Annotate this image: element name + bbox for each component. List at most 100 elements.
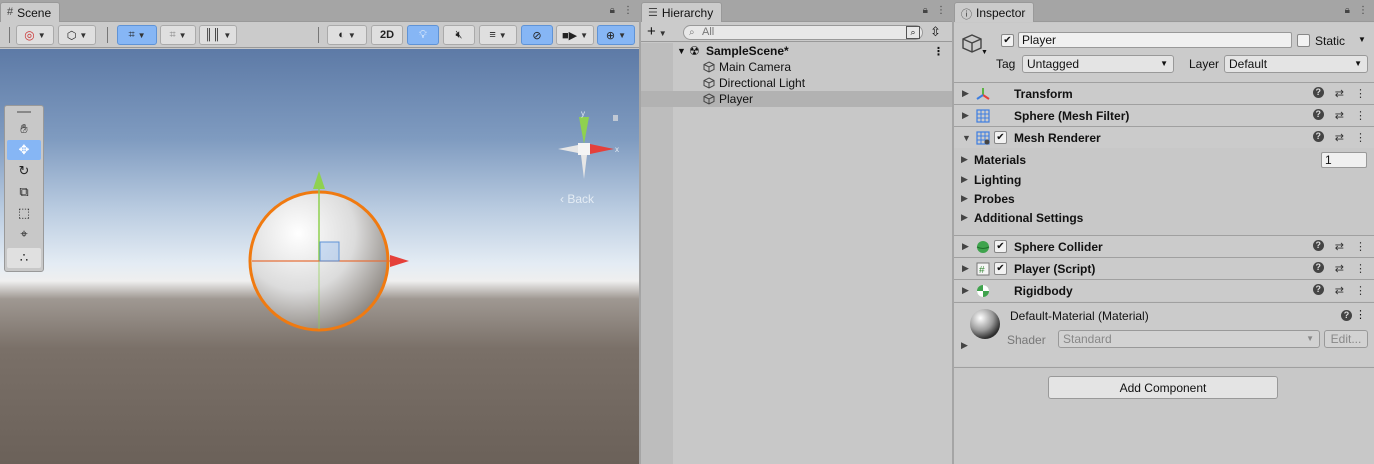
component-menu-icon[interactable]: ⋮ (1355, 109, 1366, 122)
mode-2d-button[interactable]: 2D (371, 25, 403, 45)
gizmo-lock-icon[interactable] (613, 115, 618, 121)
probes-foldout[interactable]: ▶ Probes (954, 189, 1374, 208)
fold-arrow-icon[interactable]: ▶ (962, 88, 969, 99)
gizmo-center-cube[interactable] (578, 143, 590, 155)
shader-dropdown[interactable]: Standard ▼ (1058, 330, 1320, 348)
component-rigidbody[interactable]: ▶ Rigidbody ? ⇄ ⋮ (954, 279, 1374, 301)
fold-arrow-icon[interactable]: ▶ (962, 285, 969, 296)
gizmo-x-cone[interactable] (590, 144, 614, 154)
help-icon[interactable]: ? (1312, 262, 1324, 273)
audio-toggle-button[interactable]: 🔇︎ (443, 25, 475, 45)
component-sphere-collider[interactable]: ▶ ✔ Sphere Collider ? ⇄ ⋮ (954, 235, 1374, 257)
gizmo-y-cone[interactable] (579, 117, 589, 144)
hierarchy-item-main-camera[interactable]: Main Camera (641, 59, 952, 75)
sort-button[interactable]: ⇳ (930, 24, 941, 40)
presets-icon[interactable]: ⇄ (1335, 284, 1344, 297)
move-gizmo-plane-handle[interactable] (319, 241, 340, 262)
snap-increment-button[interactable]: ║║ ▼ (199, 25, 237, 45)
tab-inspector[interactable]: ⓘ Inspector (954, 2, 1035, 22)
fold-arrow-icon[interactable]: ▶ (961, 212, 968, 223)
player-script-enabled-checkbox[interactable]: ✔ (994, 262, 1007, 275)
lighting-toggle-button[interactable]: 💡︎ (407, 25, 439, 45)
render-mode-button[interactable]: ⬡ ▼ (58, 25, 96, 45)
component-menu-icon[interactable]: ⋮ (1355, 262, 1366, 275)
search-mode-button[interactable]: ⌕ (906, 26, 920, 39)
create-menu-button[interactable]: + ▼ (647, 23, 667, 40)
camera-settings-button[interactable]: ■▶ ▼ (556, 25, 594, 45)
hidden-objects-toggle[interactable]: ⊘ (521, 25, 553, 45)
material-preview-sphere[interactable] (969, 308, 1001, 340)
expand-arrow-icon[interactable]: ▼ (677, 46, 686, 56)
static-dropdown-icon[interactable]: ▼ (1358, 35, 1366, 44)
component-menu-icon[interactable]: ⋮ (1355, 284, 1366, 297)
fold-arrow-expanded-icon[interactable]: ▼ (962, 133, 971, 143)
gizmo-neg-x-cone[interactable] (558, 145, 578, 153)
lock-icon[interactable]: 🔒︎ (923, 5, 928, 16)
component-mesh-renderer[interactable]: ▼ ✔ Mesh Renderer ? ⇄ ⋮ (954, 126, 1374, 148)
shader-edit-button[interactable]: Edit... (1324, 330, 1368, 348)
effects-button[interactable]: ≡ ▼ (479, 25, 517, 45)
hierarchy-item-player[interactable]: Player (641, 91, 952, 107)
active-checkbox[interactable]: ✔ (1001, 34, 1014, 47)
gameobject-icon-caret[interactable]: ▼ (981, 49, 988, 56)
material-menu-icon[interactable]: ⋮ (1355, 308, 1366, 321)
hierarchy-scene-row[interactable]: ▼ ☢ SampleScene* ⋮ (641, 43, 952, 59)
tab-scene[interactable]: # Scene (0, 2, 61, 22)
help-icon[interactable]: ? (1312, 109, 1324, 120)
hierarchy-item-directional-light[interactable]: Directional Light (641, 75, 952, 91)
fold-arrow-icon[interactable]: ▶ (962, 110, 969, 121)
lighting-foldout[interactable]: ▶ Lighting (954, 170, 1374, 189)
more-menu-icon[interactable]: ⋮ (1358, 5, 1368, 16)
help-icon[interactable]: ? (1312, 240, 1324, 251)
component-menu-icon[interactable]: ⋮ (1355, 131, 1366, 144)
orientation-gizmo[interactable]: y x (548, 107, 628, 187)
help-icon[interactable]: ? (1341, 310, 1352, 321)
materials-foldout[interactable]: ▶ Materials 1 (954, 150, 1374, 169)
additional-settings-foldout[interactable]: ▶ Additional Settings (954, 208, 1374, 227)
tab-hierarchy[interactable]: ☰ Hierarchy (641, 2, 723, 22)
scene-viewport[interactable]: ✋︎ ✥ ↻ ⧉ ⬚ ⌖ ∴ y x ‹ Back (0, 49, 639, 464)
gizmo-back-label[interactable]: ‹ Back (560, 192, 594, 206)
help-icon[interactable]: ? (1312, 284, 1324, 295)
material-fold-icon[interactable]: ▶ (961, 340, 968, 351)
component-transform[interactable]: ▶ Transform ? ⇄ ⋮ (954, 82, 1374, 104)
presets-icon[interactable]: ⇄ (1335, 240, 1344, 253)
component-menu-icon[interactable]: ⋮ (1355, 87, 1366, 100)
fold-arrow-icon[interactable]: ▶ (961, 174, 968, 185)
gizmos-button[interactable]: ⊕ ▼ (597, 25, 635, 45)
presets-icon[interactable]: ⇄ (1335, 109, 1344, 122)
component-mesh-filter[interactable]: ▶ Sphere (Mesh Filter) ? ⇄ ⋮ (954, 104, 1374, 126)
shading-mode-button[interactable]: ◐ ▼ (327, 25, 367, 45)
fold-arrow-icon[interactable]: ▶ (961, 154, 968, 165)
presets-icon[interactable]: ⇄ (1335, 262, 1344, 275)
fold-arrow-icon[interactable]: ▶ (962, 263, 969, 274)
move-gizmo-x-arrow[interactable] (390, 255, 409, 267)
component-menu-icon[interactable]: ⋮ (1355, 240, 1366, 253)
fold-arrow-icon[interactable]: ▶ (961, 193, 968, 204)
fold-arrow-icon[interactable]: ▶ (962, 241, 969, 252)
object-name-field[interactable]: Player (1018, 32, 1292, 48)
gizmo-neg-y-cone[interactable] (581, 155, 587, 179)
help-icon[interactable]: ? (1312, 87, 1324, 98)
move-gizmo-y-arrow[interactable] (313, 171, 325, 189)
mesh-renderer-enabled-checkbox[interactable]: ✔ (994, 131, 1007, 144)
hierarchy-search-input[interactable]: ⌕ All (683, 25, 923, 40)
increment-snap-button[interactable]: ⌗ ▼ (160, 25, 196, 45)
lock-icon[interactable]: 🔒︎ (610, 5, 615, 16)
draw-mode-button[interactable]: ◎ ▼ (16, 25, 54, 45)
more-menu-icon[interactable]: ⋮ (623, 5, 633, 16)
scene-more-icon[interactable]: ⋮ (933, 45, 944, 58)
presets-icon[interactable]: ⇄ (1335, 87, 1344, 100)
materials-count-field[interactable]: 1 (1321, 152, 1367, 168)
more-menu-icon[interactable]: ⋮ (936, 5, 946, 16)
static-checkbox[interactable] (1297, 34, 1310, 47)
component-player-script[interactable]: ▶ # ✔ Player (Script) ? ⇄ ⋮ (954, 257, 1374, 279)
tag-dropdown[interactable]: Untagged ▼ (1022, 55, 1174, 73)
help-icon[interactable]: ? (1312, 131, 1324, 142)
grid-snap-button[interactable]: ⌗ ▼ (117, 25, 157, 45)
presets-icon[interactable]: ⇄ (1335, 131, 1344, 144)
sphere-collider-enabled-checkbox[interactable]: ✔ (994, 240, 1007, 253)
add-component-button[interactable]: Add Component (1048, 376, 1278, 399)
lock-icon[interactable]: 🔒︎ (1345, 5, 1350, 16)
layer-dropdown[interactable]: Default ▼ (1224, 55, 1368, 73)
